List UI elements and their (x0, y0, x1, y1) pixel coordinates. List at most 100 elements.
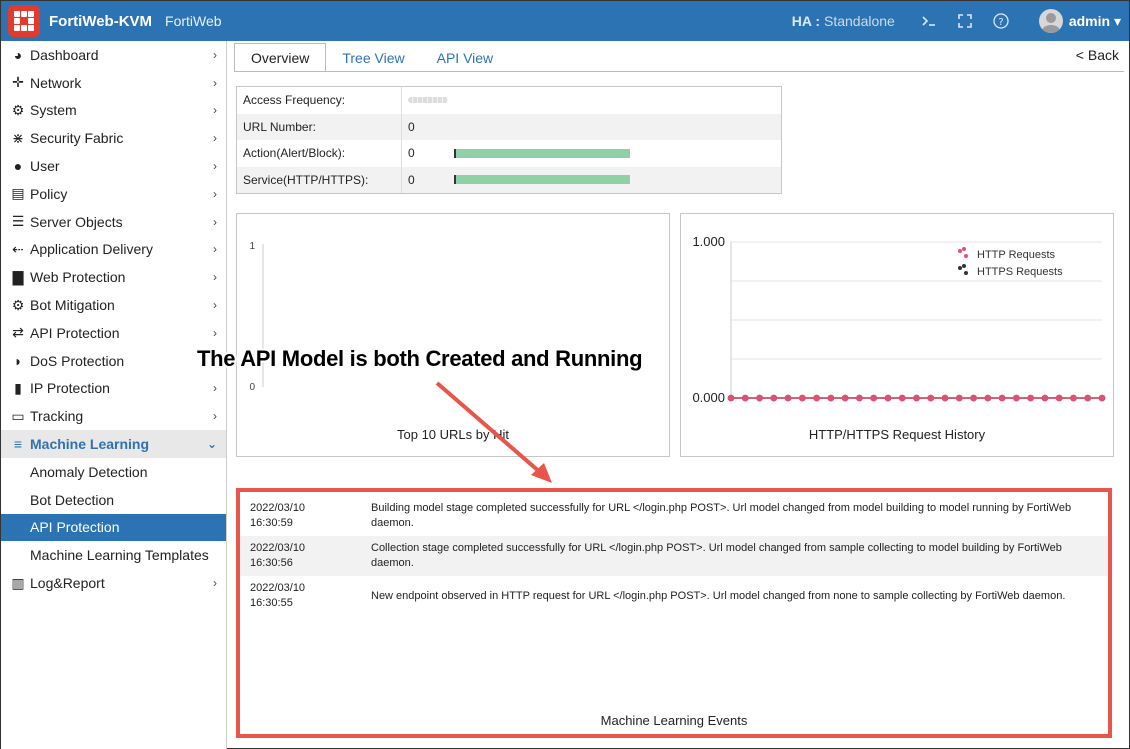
app-title: FortiWeb-KVM (49, 12, 153, 30)
stat-row: Access Frequency: (237, 87, 781, 114)
sidebar-item[interactable]: ▇ Web Protection › (1, 263, 226, 291)
sidebar-item-label: User (30, 158, 60, 175)
sidebar-item[interactable]: ◗ DoS Protection › (1, 347, 226, 375)
top-bar: FortiWeb-KVM FortiWeb HA : Standalone ? a… (1, 1, 1129, 41)
chevron-right-icon: › (213, 159, 217, 174)
user-name: admin (1068, 12, 1111, 29)
sidebar-item[interactable]: ✛ Network › (1, 69, 226, 97)
tab-divider (234, 71, 1124, 72)
fullscreen-icon[interactable] (955, 11, 975, 31)
sidebar-subitem[interactable]: API Protection (1, 513, 226, 542)
data-point (941, 394, 949, 402)
chevron-right-icon: › (213, 242, 217, 257)
top-urls-panel: 10 Top 10 URLs by Hit (236, 213, 670, 457)
event-row: 2022/03/10 16:30:56 Collection stage comp… (240, 536, 1108, 576)
data-point (1084, 394, 1092, 402)
data-point (727, 394, 735, 402)
laptop-icon: ▭ (11, 407, 25, 424)
event-message: New endpoint observed in HTTP request fo… (371, 590, 1066, 602)
top-urls-title: Top 10 URLs by Hit (397, 427, 509, 442)
tab-api-view[interactable]: API View (421, 43, 510, 72)
chevron-right-icon: › (213, 75, 217, 90)
sidebar-item[interactable]: ▭ Tracking › (1, 402, 226, 430)
sidebar-item[interactable]: ● User › (1, 152, 226, 180)
stats-table: Access Frequency: URL Number: 0 Action(A… (236, 86, 782, 194)
policy-icon: ▤ (11, 185, 25, 202)
data-point (956, 394, 963, 402)
shield-icon: ◗ (13, 352, 23, 369)
data-point (1013, 394, 1020, 402)
sidebar-item-label: IP Protection (30, 380, 110, 397)
sidebar-item[interactable]: ▤ Policy › (1, 180, 226, 208)
data-point (741, 394, 749, 402)
sidebar-item-label: API Protection (30, 324, 120, 341)
tab-overview[interactable]: Overview (234, 43, 327, 72)
sidebar-item-label: Server Objects (30, 213, 123, 230)
fabric-icon: ⋇ (12, 129, 24, 146)
chevron-right-icon: › (213, 409, 217, 424)
action-bar (454, 148, 630, 158)
event-time: 2022/03/10 16:30:55 (250, 582, 306, 609)
ip-icon: ▮ (14, 379, 22, 396)
main-content: Overview Tree View API View < Back Acces… (228, 41, 1129, 749)
sidebar-item-label: Dashboard (30, 46, 99, 63)
sidebar-item[interactable]: ▮ IP Protection › (1, 375, 226, 403)
sidebar-item[interactable]: ◕ Dashboard › (1, 41, 226, 69)
data-point (841, 394, 849, 402)
sidebar-item-label: Bot Mitigation (30, 297, 115, 314)
data-point (998, 394, 1006, 402)
fortinet-logo-icon[interactable] (8, 5, 40, 37)
data-point (898, 394, 906, 402)
lock-icon: ▇ (12, 268, 24, 285)
help-icon[interactable]: ? (991, 11, 1011, 31)
sidebar-item-label: System (30, 102, 77, 119)
user-avatar[interactable] (1038, 9, 1063, 33)
stat-value: 0 (408, 119, 415, 134)
sidebar-item[interactable]: ⋇ Security Fabric › (1, 124, 226, 152)
stat-label: Service(HTTP/HTTPS): (237, 166, 402, 193)
legend-marker (964, 271, 968, 275)
sidebar-item[interactable]: ⇠ Application Delivery › (1, 236, 226, 264)
legend-label: HTTP Requests (977, 249, 1056, 261)
data-point (927, 394, 935, 402)
sidebar-item[interactable]: ≡ Machine Learning ⌄ (1, 430, 226, 458)
ha-label: HA : (791, 13, 820, 29)
user-menu[interactable]: admin ▾ (1069, 13, 1121, 30)
stat-label: Access Frequency: (237, 87, 402, 114)
stat-row: Action(Alert/Block): 0 (237, 140, 781, 167)
cli-console-icon[interactable] (919, 11, 939, 31)
data-point (1098, 394, 1106, 402)
sidebar-subitem[interactable]: Anomaly Detection (1, 458, 226, 486)
stat-placeholder (408, 97, 448, 104)
sidebar-subitem[interactable]: Bot Detection (1, 486, 226, 514)
y-tick-label: 1 (249, 241, 255, 252)
y-tick-label: 0 (249, 382, 255, 393)
sidebar-item[interactable]: ▥ Log&Report › (1, 569, 226, 597)
event-row: 2022/03/10 16:30:55 New endpoint observed… (240, 576, 1108, 616)
sidebar-item-label: Security Fabric (30, 130, 124, 147)
sidebar-item-label: Policy (30, 185, 68, 202)
back-link[interactable]: < Back (1076, 47, 1119, 63)
sidebar-item-label: Log&Report (30, 575, 105, 592)
chevron-right-icon: › (213, 298, 217, 313)
gears-icon: ⚙ (11, 296, 25, 313)
data-point (827, 394, 835, 402)
app-subtitle: FortiWeb (165, 13, 222, 29)
svg-text:?: ? (998, 17, 1003, 28)
sidebar-subitem[interactable]: Machine Learning Templates (1, 541, 226, 569)
chevron-right-icon: › (213, 270, 217, 285)
chevron-right-icon: › (213, 103, 217, 118)
service-bar (454, 175, 630, 185)
top-urls-chart: 10 (249, 241, 264, 393)
delivery-icon: ⇠ (12, 240, 24, 257)
legend-marker (962, 264, 966, 268)
tab-tree-view[interactable]: Tree View (326, 43, 420, 72)
gear-icon: ⚙ (11, 101, 25, 118)
sidebar-item[interactable]: ⚙ Bot Mitigation › (1, 291, 226, 319)
event-time: 2022/03/10 16:30:56 (250, 542, 306, 569)
sidebar-item[interactable]: ☰ Server Objects › (1, 208, 226, 236)
event-message: Building model stage completed successfu… (371, 502, 1072, 529)
annotation-callout: The API Model is both Created and Runnin… (197, 346, 643, 371)
sidebar-item[interactable]: ⇄ API Protection › (1, 319, 226, 347)
sidebar-item[interactable]: ⚙ System › (1, 97, 226, 125)
